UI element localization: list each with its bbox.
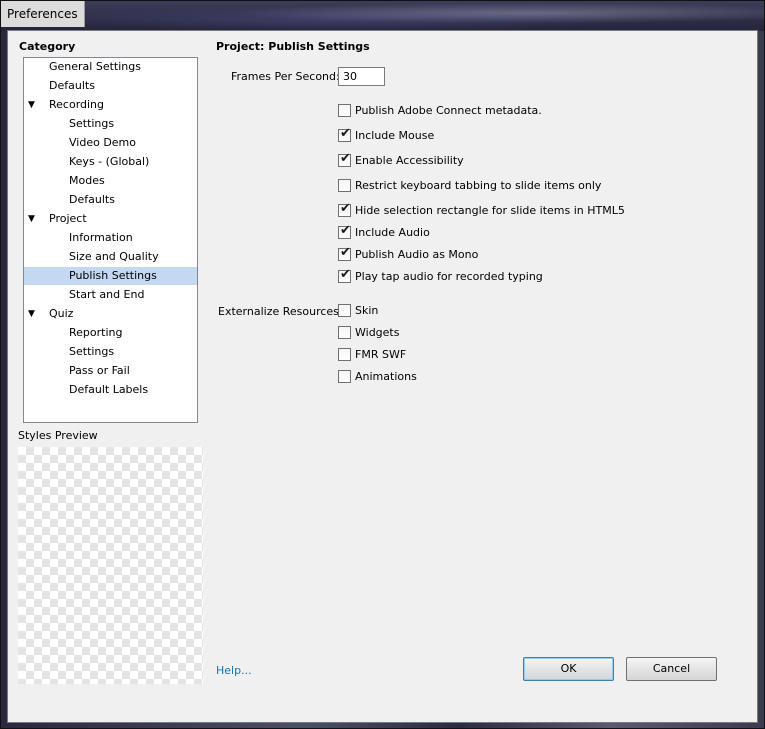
tree-item[interactable]: Reporting: [24, 324, 197, 342]
ok-button[interactable]: OK: [523, 657, 614, 681]
styles-preview-label: Styles Preview: [18, 429, 98, 442]
tree-item-label: Reporting: [69, 326, 123, 339]
tree-item[interactable]: Start and End: [24, 286, 197, 304]
checkbox[interactable]: ✔: [338, 267, 351, 283]
help-link[interactable]: Help...: [216, 664, 252, 677]
panel-heading: Project: Publish Settings: [216, 40, 370, 53]
styles-preview-canvas: [18, 447, 203, 684]
cancel-button[interactable]: Cancel: [626, 657, 717, 681]
checkmark-icon: ✔: [340, 223, 351, 238]
tree-item[interactable]: Modes: [24, 172, 197, 190]
checkbox-label: FMR SWF: [355, 348, 407, 361]
tree-item-label: Recording: [49, 98, 105, 111]
tree-item[interactable]: Defaults: [24, 77, 197, 95]
tree-item[interactable]: Quiz ▼: [24, 305, 197, 323]
tree-item-label: Quiz: [49, 307, 74, 320]
tree-item-label: Keys - (Global): [69, 155, 150, 168]
window-title: Preferences: [1, 1, 85, 27]
category-tree[interactable]: General Settings Defaults Recording ▼ Settin…: [23, 57, 198, 423]
tree-item-label: Modes: [69, 174, 105, 187]
checkbox[interactable]: ✔: [338, 201, 351, 217]
tree-item[interactable]: Default Labels: [24, 381, 197, 399]
externalize-label: Externalize Resources:: [218, 305, 343, 318]
checkbox[interactable]: ✔: [338, 126, 351, 142]
tree-item[interactable]: Information: [24, 229, 197, 247]
tree-item-label: Default Labels: [69, 383, 149, 396]
checkbox-label: Play tap audio for recorded typing: [355, 270, 543, 283]
tree-item[interactable]: General Settings: [24, 58, 197, 76]
tree-item[interactable]: Project ▼: [24, 210, 197, 228]
tree-item-label: Defaults: [69, 193, 115, 206]
tree-item-label: Pass or Fail: [69, 364, 130, 377]
tree-item-label: Size and Quality: [69, 250, 159, 263]
tree-item[interactable]: Settings: [24, 343, 197, 361]
tree-item[interactable]: Defaults: [24, 191, 197, 209]
checkbox-label: Publish Adobe Connect metadata.: [355, 104, 542, 117]
tree-item[interactable]: Video Demo: [24, 134, 197, 152]
checkbox-label: Widgets: [355, 326, 400, 339]
checkbox-label: Restrict keyboard tabbing to slide items…: [355, 179, 602, 192]
checkbox[interactable]: [338, 348, 351, 361]
fps-input[interactable]: 30: [338, 67, 385, 86]
checkmark-icon: ✔: [340, 201, 351, 216]
checkbox-label: Publish Audio as Mono: [355, 248, 479, 261]
tree-item[interactable]: Publish Settings: [24, 267, 197, 285]
tree-item-label: Settings: [69, 345, 115, 358]
fps-label: Frames Per Second:: [231, 70, 340, 83]
tree-item-label: Publish Settings: [69, 269, 157, 282]
tree-item[interactable]: Settings: [24, 115, 197, 133]
checkmark-icon: ✔: [340, 267, 351, 282]
checkbox-label: Skin: [355, 304, 379, 317]
tree-item[interactable]: Pass or Fail: [24, 362, 197, 380]
checkbox[interactable]: ✔: [338, 223, 351, 239]
checkbox[interactable]: [338, 370, 351, 383]
tree-item-label: Project: [49, 212, 87, 225]
checkmark-icon: ✔: [340, 151, 351, 166]
checkbox[interactable]: [338, 326, 351, 339]
checkbox-label: Enable Accessibility: [355, 154, 464, 167]
expand-triangle-icon[interactable]: ▼: [28, 96, 35, 114]
checkbox-label: Hide selection rectangle for slide items…: [355, 204, 625, 217]
checkbox-label: Include Mouse: [355, 129, 435, 142]
dialog-client-area: Category General Settings Defaults Recordi…: [7, 30, 758, 723]
tree-item-label: Settings: [69, 117, 115, 130]
checkbox[interactable]: [338, 304, 351, 317]
checkbox-label: Animations: [355, 370, 417, 383]
tree-item[interactable]: Size and Quality: [24, 248, 197, 266]
expand-triangle-icon[interactable]: ▼: [28, 305, 35, 323]
tree-item-label: General Settings: [49, 60, 141, 73]
checkbox[interactable]: ✔: [338, 151, 351, 167]
tree-item[interactable]: Keys - (Global): [24, 153, 197, 171]
checkbox[interactable]: [338, 179, 351, 192]
checkbox-label: Include Audio: [355, 226, 430, 239]
checkmark-icon: ✔: [340, 126, 351, 141]
checkbox[interactable]: [338, 104, 351, 117]
preferences-window: Preferences Category General Settings Def…: [0, 0, 765, 729]
checkmark-icon: ✔: [340, 245, 351, 260]
category-heading: Category: [19, 40, 76, 53]
tree-item[interactable]: Recording ▼: [24, 96, 197, 114]
tree-item-label: Start and End: [69, 288, 145, 301]
tree-item-label: Information: [69, 231, 133, 244]
checkbox[interactable]: ✔: [338, 245, 351, 261]
tree-item-label: Video Demo: [69, 136, 136, 149]
title-bar[interactable]: Preferences: [1, 1, 764, 31]
tree-item-label: Defaults: [49, 79, 95, 92]
expand-triangle-icon[interactable]: ▼: [28, 210, 35, 228]
